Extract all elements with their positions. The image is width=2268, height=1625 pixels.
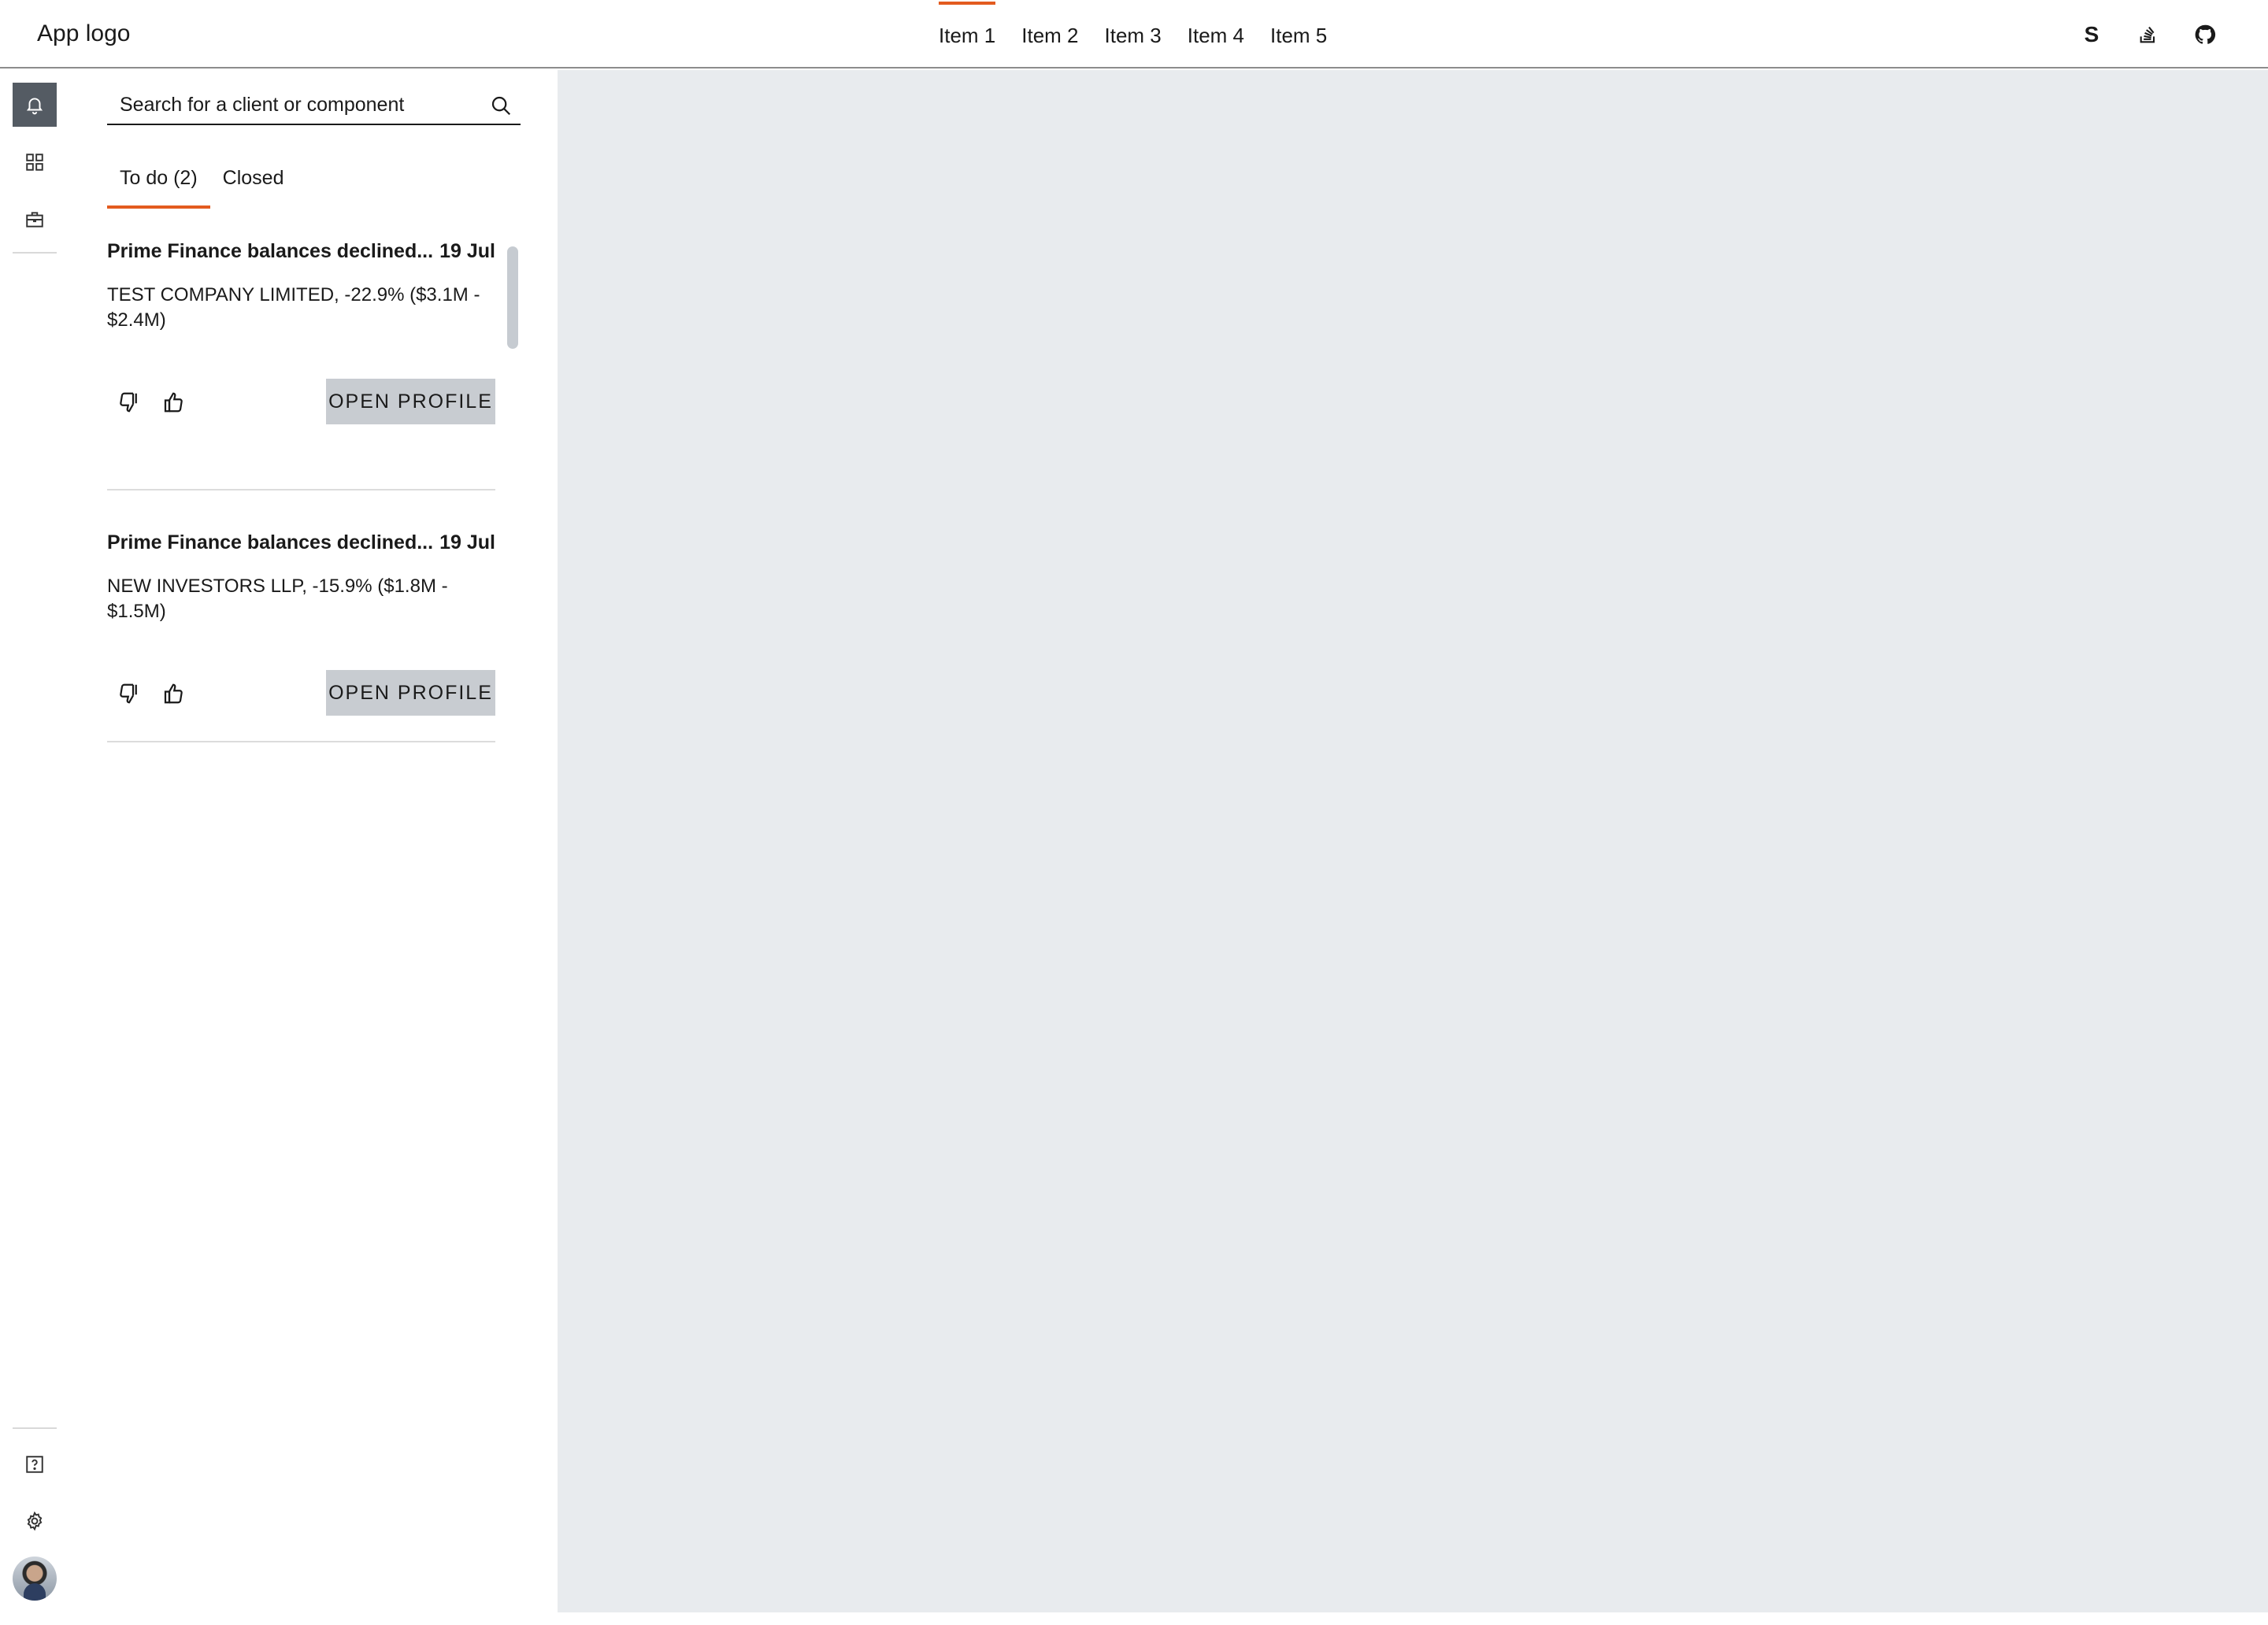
card-actions: OPEN PROFILE [107,379,495,426]
help-icon[interactable] [13,1442,57,1486]
open-profile-button[interactable]: OPEN PROFILE [326,379,495,424]
card-date: 19 Jul [439,240,495,262]
notification-list: Prime Finance balances declined... 19 Ju… [107,239,556,742]
thumbs-up-icon[interactable] [159,679,187,708]
header-icon-group: S [2063,0,2268,68]
card-title: Prime Finance balances declined... [107,240,434,262]
left-rail [0,70,69,1625]
main-nav: Item 1 Item 2 Item 3 Item 4 Item 5 [939,0,1353,68]
nav-item-3[interactable]: Item 3 [1105,0,1162,68]
search-input[interactable] [107,86,477,124]
app-root: App logo Item 1 Item 2 Item 3 Item 4 Ite… [0,0,2268,1625]
card-body: NEW INVESTORS LLP, -15.9% ($1.8M - $1.5M… [107,576,448,622]
card-date: 19 Jul [439,531,495,553]
avatar[interactable] [13,1557,57,1601]
github-icon[interactable] [2177,6,2233,63]
list-item: Prime Finance balances declined... 19 Ju… [107,239,495,490]
rail-divider-top [13,252,57,254]
thumbs-down-icon[interactable] [115,679,143,708]
nav-item-2[interactable]: Item 2 [1021,0,1078,68]
nav-item-5[interactable]: Item 5 [1270,0,1327,68]
tab-closed[interactable]: Closed [210,165,297,209]
search-icon[interactable] [489,94,513,117]
list-item: Prime Finance balances declined... 19 Ju… [107,490,495,742]
card-actions: OPEN PROFILE [107,670,495,717]
grid-icon[interactable] [13,140,57,184]
notification-panel: To do (2) Closed Prime Finance balances … [69,70,558,1625]
briefcase-icon[interactable] [13,198,57,242]
card-body: TEST COMPANY LIMITED, -22.9% ($3.1M - $2… [107,284,480,331]
thumbs-up-icon[interactable] [159,388,187,416]
s-letter-button[interactable]: S [2063,6,2120,63]
top-header: App logo Item 1 Item 2 Item 3 Item 4 Ite… [0,0,2268,68]
search-bar [107,86,521,125]
bell-icon[interactable] [13,83,57,127]
rail-divider-bottom [13,1427,57,1429]
open-profile-button[interactable]: OPEN PROFILE [326,670,495,716]
panel-tabs: To do (2) Closed [107,165,297,209]
thumbs-down-icon[interactable] [115,388,143,416]
nav-item-1[interactable]: Item 1 [939,0,996,68]
tab-to-do[interactable]: To do (2) [107,165,210,209]
card-title: Prime Finance balances declined... [107,531,434,553]
stack-overflow-icon[interactable] [2120,6,2177,63]
gear-icon[interactable] [13,1499,57,1543]
main-content [558,70,2268,1612]
nav-item-4[interactable]: Item 4 [1188,0,1244,68]
app-logo[interactable]: App logo [37,17,130,50]
